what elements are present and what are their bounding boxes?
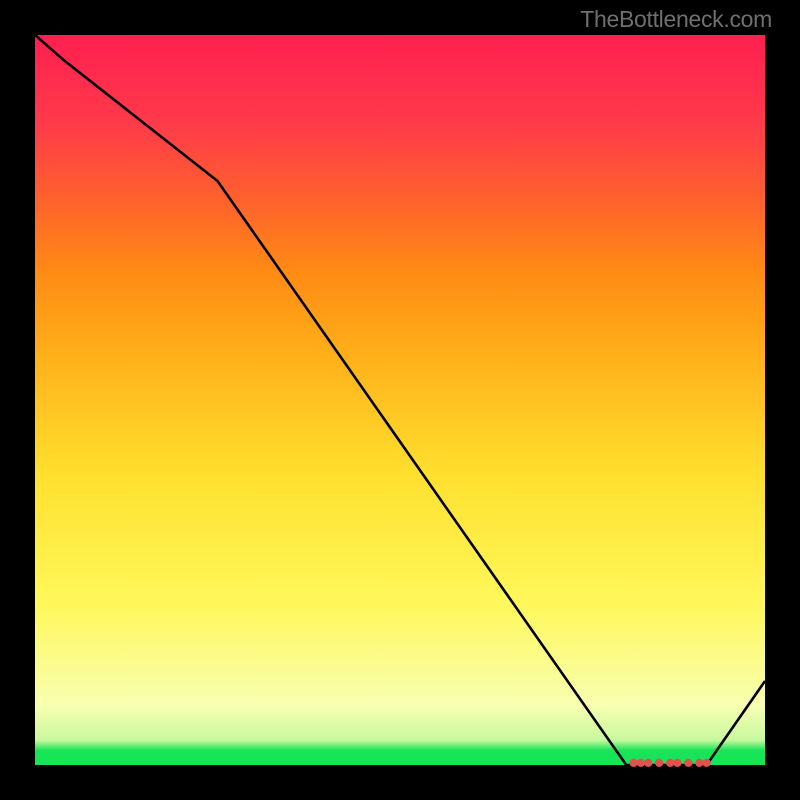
chart-overlay <box>35 35 765 765</box>
chart-frame: TheBottleneck.com <box>0 0 800 800</box>
curve-marker <box>673 759 681 767</box>
bottleneck-curve <box>35 35 765 765</box>
marker-group <box>629 759 710 767</box>
curve-marker <box>684 759 692 767</box>
curve-marker <box>644 759 652 767</box>
curve-marker <box>695 759 703 767</box>
attribution-label: TheBottleneck.com <box>580 6 772 33</box>
curve-marker <box>637 759 645 767</box>
curve-marker <box>666 759 674 767</box>
curve-marker <box>702 759 710 767</box>
curve-marker <box>629 759 637 767</box>
curve-marker <box>655 759 663 767</box>
